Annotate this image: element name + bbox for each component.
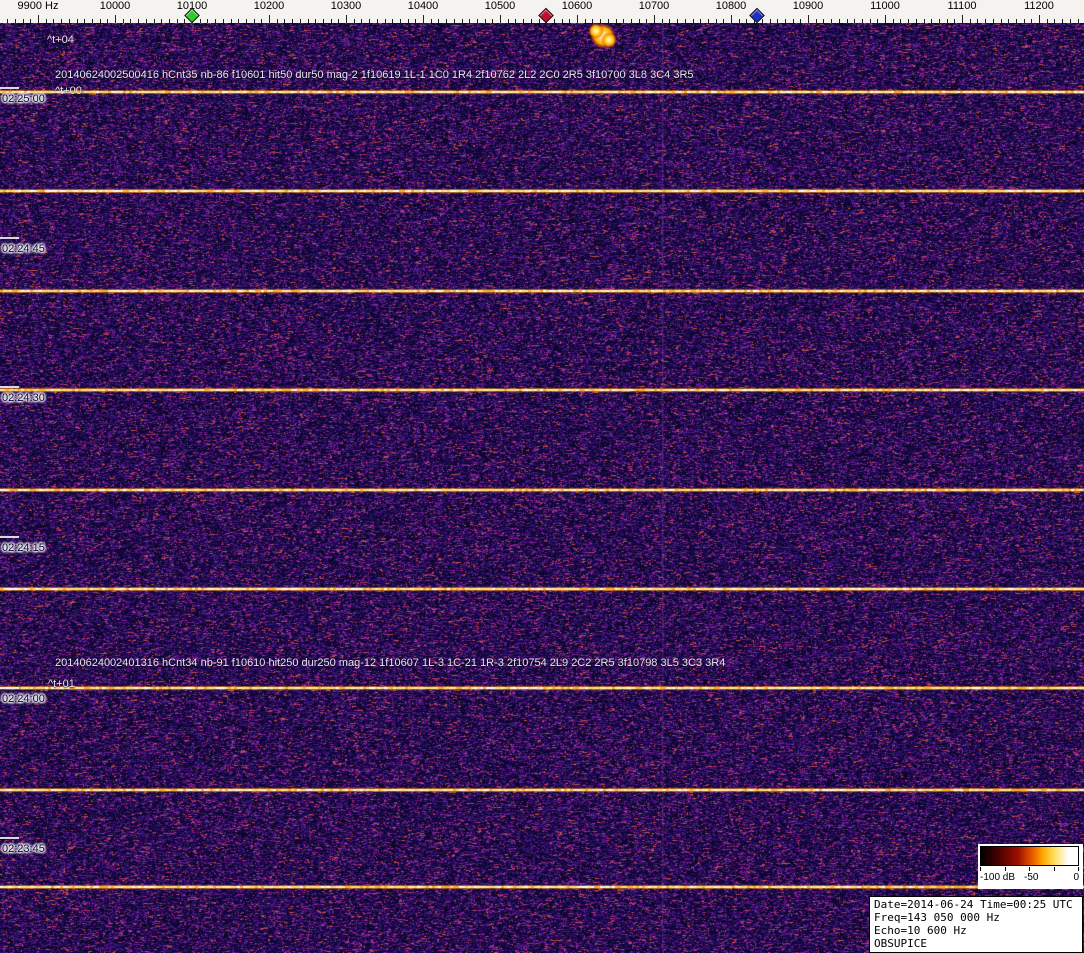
ruler-tick xyxy=(654,15,655,23)
red-freq-marker-icon[interactable] xyxy=(538,8,554,24)
detection-1-annotation: 20140624002500416 hCnt35 nb-86 f10601 hi… xyxy=(55,69,694,82)
ruler-tick xyxy=(577,15,578,23)
color-scale-gradient xyxy=(980,846,1079,866)
frequency-ruler: 9900 Hz 10000 10100 10200 10300 10400 10500 106… xyxy=(0,0,1084,23)
time-tick xyxy=(0,386,19,388)
ruler-tick xyxy=(1039,15,1040,23)
ruler-tick xyxy=(962,15,963,23)
ruler-tick xyxy=(423,15,424,23)
color-scale-max-label: 0 xyxy=(1073,872,1079,884)
freq-tick-label: 10200 xyxy=(254,0,285,13)
trigger-t01-annotation: ^t+01 xyxy=(48,678,75,691)
freq-tick-label: 10300 xyxy=(331,0,362,13)
time-tick xyxy=(0,687,19,689)
freq-tick-label: 10500 xyxy=(485,0,516,13)
ruler-tick xyxy=(885,15,886,23)
info-station-line: OBSUPICE xyxy=(874,937,1082,950)
freq-tick-label: 11200 xyxy=(1024,0,1054,13)
time-label: 02:23:45 xyxy=(2,843,45,856)
ruler-tick xyxy=(731,15,732,23)
freq-tick-label: 11100 xyxy=(948,0,977,13)
color-scale-tick xyxy=(1005,867,1006,871)
time-label: 02:24:45 xyxy=(2,243,45,256)
color-scale-tick xyxy=(1078,867,1079,871)
info-date-line: Date=2014-06-24 Time=00:25 UTC xyxy=(874,898,1082,911)
info-echo-line: Echo=10 600 Hz xyxy=(874,924,1082,937)
color-scale-tick xyxy=(980,867,981,871)
ruler-tick xyxy=(500,15,501,23)
color-scale-labels: -100 dB -50 0 xyxy=(978,872,1083,886)
ruler-tick xyxy=(115,15,116,23)
color-scale-tick xyxy=(1054,867,1055,871)
freq-tick-label: 10800 xyxy=(716,0,747,13)
freq-tick-label: 10900 xyxy=(793,0,824,13)
color-scale-tick xyxy=(1029,867,1030,871)
detection-2-annotation: 20140624002401316 hCnt34 nb-91 f10610 hi… xyxy=(55,657,725,670)
trigger-t04-annotation: ^t+04 xyxy=(47,34,74,47)
time-tick xyxy=(0,837,19,839)
freq-tick-label: 10000 xyxy=(100,0,131,13)
color-scale-min-label: -100 dB xyxy=(980,872,1015,884)
time-label: 02:25:00 xyxy=(2,93,45,106)
color-scale: -100 dB -50 0 xyxy=(978,844,1083,889)
freq-tick-label: 10400 xyxy=(408,0,439,13)
time-label: 02:24:15 xyxy=(2,542,45,555)
ruler-tick xyxy=(269,15,270,23)
time-tick xyxy=(0,536,19,538)
info-freq-line: Freq=143 050 000 Hz xyxy=(874,911,1082,924)
time-label: 02:24:30 xyxy=(2,392,45,405)
time-tick xyxy=(0,87,19,89)
time-tick xyxy=(0,237,19,239)
trigger-t00-annotation: ^t+00 xyxy=(55,85,82,98)
waterfall-overlays: 02:25:00 02:24:45 02:24:30 02:24:15 02:24:00… xyxy=(0,23,1084,953)
freq-tick-label: 9900 Hz xyxy=(18,0,59,13)
ruler-tick xyxy=(808,15,809,23)
color-scale-mid-label: -50 xyxy=(1024,872,1038,884)
status-info-box: Date=2014-06-24 Time=00:25 UTC Freq=143 … xyxy=(869,896,1083,953)
freq-tick-label: 11000 xyxy=(870,0,900,13)
ruler-tick xyxy=(38,15,39,23)
waterfall-display: 02:25:00 02:24:45 02:24:30 02:24:15 02:24:00… xyxy=(0,23,1084,953)
freq-tick-label: 10700 xyxy=(639,0,670,13)
freq-tick-label: 10600 xyxy=(562,0,593,13)
meteor-spectrogram-screen: 9900 Hz 10000 10100 10200 10300 10400 10500 106… xyxy=(0,0,1084,953)
time-label: 02:24:00 xyxy=(2,693,45,706)
ruler-tick xyxy=(346,15,347,23)
